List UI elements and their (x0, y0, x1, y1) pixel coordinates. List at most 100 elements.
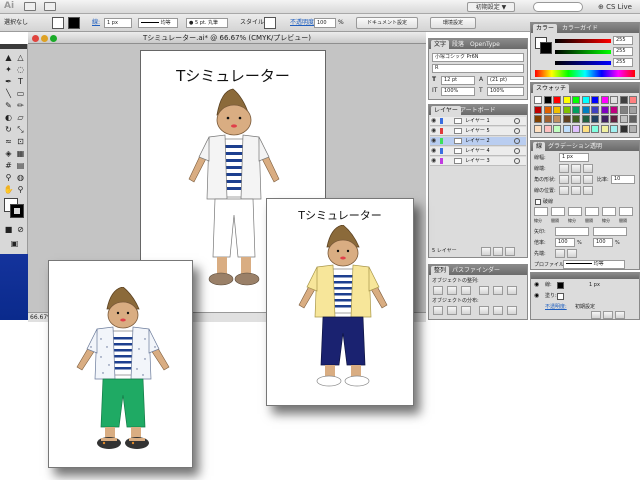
red-value-input[interactable]: 255 (613, 36, 633, 45)
align-stroke-center-button[interactable] (559, 186, 569, 195)
dash-input[interactable] (602, 207, 616, 216)
layer-name[interactable]: レイヤー 1 (465, 117, 490, 125)
visibility-eye-icon[interactable]: ◉ (534, 293, 540, 299)
align-stroke-inside-button[interactable] (571, 186, 581, 195)
gap-input[interactable] (619, 207, 633, 216)
appearance-stroke-label[interactable]: 線: (545, 281, 552, 289)
swatch-cell[interactable] (534, 105, 542, 114)
appearance-panel-header[interactable] (531, 273, 639, 279)
visibility-eye-icon[interactable]: ◉ (431, 158, 437, 164)
distribute-hcenter-button[interactable] (493, 306, 503, 315)
appearance-stroke-swatch[interactable] (557, 282, 564, 289)
color-stroke-icon[interactable] (540, 42, 552, 54)
swatch-cell[interactable] (572, 115, 580, 123)
magic-wand-tool-icon[interactable]: ✦ (3, 64, 14, 75)
arrow-tip-extend-button[interactable] (555, 249, 565, 258)
swatch-cell[interactable] (619, 124, 628, 133)
round-join-button[interactable] (571, 175, 581, 184)
arrow-tip-place-button[interactable] (567, 249, 577, 258)
cs-live-button[interactable]: ⊕ CS Live (598, 1, 632, 13)
swatch-cell[interactable] (543, 124, 552, 133)
gap-input[interactable] (551, 207, 565, 216)
opacity-input[interactable]: 100 (314, 18, 336, 28)
workspace-switcher[interactable]: 初期設定 ▼ (467, 2, 515, 12)
blue-slider[interactable] (555, 61, 611, 65)
tab-artboards[interactable]: アートボード (457, 106, 499, 115)
delete-layer-button[interactable] (505, 247, 515, 256)
color-spectrum[interactable] (535, 70, 635, 77)
visibility-eye-icon[interactable]: ◉ (534, 282, 540, 288)
font-family-select[interactable]: 小塚ゴシック Pr6N (432, 53, 524, 62)
layer-row[interactable]: ◉ レイヤー 1 (430, 117, 526, 126)
font-style-select[interactable]: R (432, 64, 524, 73)
document-titlebar[interactable]: Tシミュレーター.ai* @ 66.67% (CMYK/プレビュー) (28, 32, 426, 44)
direct-selection-tool-icon[interactable]: △ (15, 52, 26, 63)
swatch-cell[interactable] (619, 96, 628, 104)
dash-input[interactable] (568, 207, 582, 216)
layer-row[interactable]: ◉ レイヤー 3 (430, 157, 526, 166)
swatch-cell[interactable] (581, 115, 590, 123)
appearance-stroke-value[interactable]: 1 px (589, 281, 600, 289)
swatch-cell[interactable] (619, 105, 628, 114)
swatch-cell[interactable] (553, 115, 561, 123)
line-tool-icon[interactable]: ╲ (3, 88, 14, 99)
distribute-top-button[interactable] (433, 306, 443, 315)
layer-target-icon[interactable] (514, 158, 520, 164)
swatch-cell[interactable] (629, 124, 637, 133)
blend-tool-icon[interactable]: ◍ (15, 172, 26, 183)
tab-color[interactable]: カラー (533, 24, 558, 33)
swatch-cell[interactable] (534, 115, 542, 123)
swatch-cell[interactable] (543, 115, 552, 123)
bevel-join-button[interactable] (583, 175, 593, 184)
swatch-cell[interactable] (534, 124, 542, 133)
swatch-cell[interactable] (600, 124, 609, 133)
free-transform-tool-icon[interactable]: ⊡ (15, 136, 26, 147)
align-top-button[interactable] (479, 286, 489, 295)
dashed-line-checkbox[interactable] (535, 199, 541, 205)
visibility-eye-icon[interactable]: ◉ (431, 128, 437, 134)
preferences-button[interactable]: 環境設定 (430, 17, 476, 29)
swatch-cell[interactable] (543, 96, 552, 104)
swatch-cell[interactable] (572, 124, 580, 133)
color-mode-icon[interactable]: ■ (3, 224, 14, 235)
stroke-weight-input[interactable]: 1 px (559, 153, 589, 162)
swatch-cell[interactable] (591, 115, 599, 123)
visibility-eye-icon[interactable]: ◉ (431, 148, 437, 154)
swatch-cell[interactable] (572, 96, 580, 104)
vertical-scale-input[interactable]: 100% (441, 87, 475, 96)
align-right-button[interactable] (461, 286, 471, 295)
gap-input[interactable] (585, 207, 599, 216)
layer-name[interactable]: レイヤー 3 (465, 157, 490, 165)
bridge-icon[interactable] (24, 2, 36, 11)
zoom-tool-icon[interactable]: ⚲ (15, 184, 26, 195)
visibility-eye-icon[interactable]: ◉ (431, 138, 437, 144)
layer-target-icon[interactable] (514, 138, 520, 144)
swatch-cell[interactable] (581, 124, 590, 133)
start-scale-input[interactable]: 100 (555, 238, 575, 247)
swatch-cell[interactable] (629, 105, 637, 114)
tab-pathfinder[interactable]: パスファインダー (449, 266, 503, 275)
new-sublayer-button[interactable] (481, 247, 491, 256)
tab-character[interactable]: 文字 (431, 40, 450, 49)
swatch-cell[interactable] (610, 115, 618, 123)
new-stroke-button[interactable] (591, 311, 601, 319)
swatch-cell[interactable] (562, 115, 571, 123)
swatch-cell[interactable] (591, 105, 599, 114)
shape-builder-tool-icon[interactable]: ◈ (3, 148, 14, 159)
swatch-cell[interactable] (562, 96, 571, 104)
gradient-tool-icon[interactable]: ▤ (15, 160, 26, 171)
swatch-cell[interactable] (562, 124, 571, 133)
swatch-cell[interactable] (629, 115, 637, 123)
brush-definition-select[interactable]: ● 5 pt. 丸筆 (186, 18, 228, 28)
swatch-cell[interactable] (534, 96, 542, 104)
stroke-panel-header[interactable]: 線 グラデーション 透明 (531, 141, 639, 151)
distribute-bottom-button[interactable] (461, 306, 471, 315)
swatch-cell[interactable] (600, 105, 609, 114)
none-mode-icon[interactable]: ⊘ (15, 224, 26, 235)
green-value-input[interactable]: 255 (613, 47, 633, 56)
width-tool-icon[interactable]: ≈ (3, 136, 14, 147)
swatch-cell[interactable] (581, 96, 590, 104)
rectangle-tool-icon[interactable]: ▭ (15, 88, 26, 99)
layer-name[interactable]: レイヤー 4 (465, 147, 490, 155)
width-profile-select[interactable]: 均等 (563, 260, 625, 269)
